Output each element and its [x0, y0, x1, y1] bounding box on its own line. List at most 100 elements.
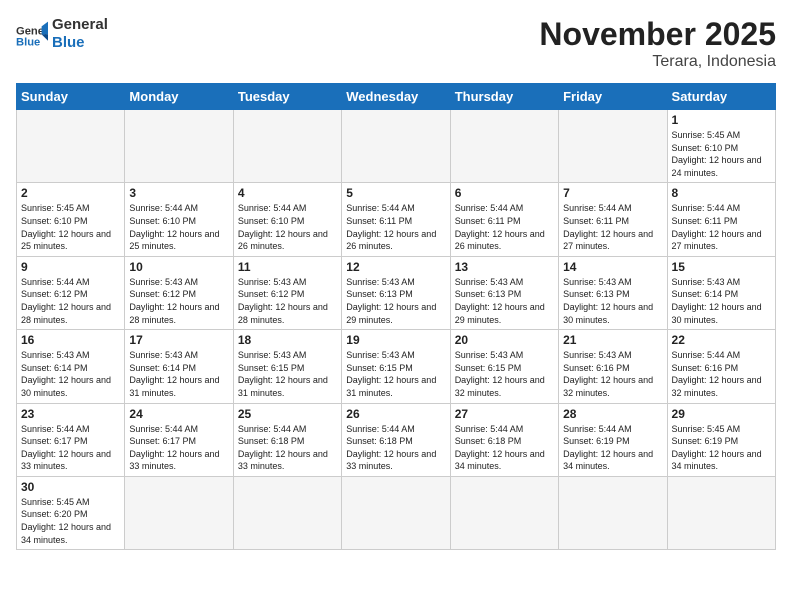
page-title: November 2025: [539, 16, 776, 53]
day-number: 11: [238, 260, 337, 274]
day-info: Sunrise: 5:45 AM Sunset: 6:19 PM Dayligh…: [672, 423, 771, 473]
day-info: Sunrise: 5:45 AM Sunset: 6:20 PM Dayligh…: [21, 496, 120, 546]
calendar-day-cell: [125, 110, 233, 183]
day-info: Sunrise: 5:44 AM Sunset: 6:16 PM Dayligh…: [672, 349, 771, 399]
day-number: 13: [455, 260, 554, 274]
page-subtitle: Terara, Indonesia: [539, 53, 776, 71]
weekday-header: Tuesday: [233, 84, 341, 110]
calendar-header-row: SundayMondayTuesdayWednesdayThursdayFrid…: [17, 84, 776, 110]
calendar-day-cell: 10 Sunrise: 5:43 AM Sunset: 6:12 PM Dayli…: [125, 256, 233, 329]
day-number: 25: [238, 407, 337, 421]
calendar-week-row: 1 Sunrise: 5:45 AM Sunset: 6:10 PM Daylig…: [17, 110, 776, 183]
day-info: Sunrise: 5:43 AM Sunset: 6:14 PM Dayligh…: [672, 276, 771, 326]
day-info: Sunrise: 5:43 AM Sunset: 6:13 PM Dayligh…: [346, 276, 445, 326]
calendar-day-cell: 9 Sunrise: 5:44 AM Sunset: 6:12 PM Daylig…: [17, 256, 125, 329]
page-header: General Blue General Blue November 2025 …: [16, 16, 776, 71]
day-number: 5: [346, 186, 445, 200]
calendar-day-cell: 30 Sunrise: 5:45 AM Sunset: 6:20 PM Dayli…: [17, 476, 125, 549]
day-number: 12: [346, 260, 445, 274]
day-number: 30: [21, 480, 120, 494]
day-info: Sunrise: 5:43 AM Sunset: 6:14 PM Dayligh…: [21, 349, 120, 399]
day-info: Sunrise: 5:43 AM Sunset: 6:12 PM Dayligh…: [238, 276, 337, 326]
day-number: 7: [563, 186, 662, 200]
day-number: 6: [455, 186, 554, 200]
calendar-week-row: 30 Sunrise: 5:45 AM Sunset: 6:20 PM Dayli…: [17, 476, 776, 549]
logo-icon: General Blue: [16, 20, 48, 48]
day-info: Sunrise: 5:44 AM Sunset: 6:18 PM Dayligh…: [346, 423, 445, 473]
day-info: Sunrise: 5:43 AM Sunset: 6:16 PM Dayligh…: [563, 349, 662, 399]
calendar-day-cell: 24 Sunrise: 5:44 AM Sunset: 6:17 PM Dayli…: [125, 403, 233, 476]
calendar-day-cell: [342, 476, 450, 549]
day-number: 28: [563, 407, 662, 421]
calendar-day-cell: 4 Sunrise: 5:44 AM Sunset: 6:10 PM Daylig…: [233, 183, 341, 256]
day-number: 3: [129, 186, 228, 200]
day-number: 20: [455, 333, 554, 347]
day-number: 17: [129, 333, 228, 347]
day-info: Sunrise: 5:45 AM Sunset: 6:10 PM Dayligh…: [21, 202, 120, 252]
day-info: Sunrise: 5:43 AM Sunset: 6:14 PM Dayligh…: [129, 349, 228, 399]
calendar-week-row: 23 Sunrise: 5:44 AM Sunset: 6:17 PM Dayli…: [17, 403, 776, 476]
calendar-table: SundayMondayTuesdayWednesdayThursdayFrid…: [16, 83, 776, 550]
day-number: 15: [672, 260, 771, 274]
calendar-day-cell: 28 Sunrise: 5:44 AM Sunset: 6:19 PM Dayli…: [559, 403, 667, 476]
calendar-day-cell: 14Sunrise: 5:43 AM Sunset: 6:13 PM Dayli…: [559, 256, 667, 329]
weekday-header: Friday: [559, 84, 667, 110]
day-number: 10: [129, 260, 228, 274]
calendar-week-row: 9 Sunrise: 5:44 AM Sunset: 6:12 PM Daylig…: [17, 256, 776, 329]
day-info: Sunrise: 5:44 AM Sunset: 6:10 PM Dayligh…: [129, 202, 228, 252]
day-number: 1: [672, 113, 771, 127]
calendar-day-cell: 27Sunrise: 5:44 AM Sunset: 6:18 PM Dayli…: [450, 403, 558, 476]
calendar-day-cell: 6 Sunrise: 5:44 AM Sunset: 6:11 PM Daylig…: [450, 183, 558, 256]
calendar-day-cell: 26 Sunrise: 5:44 AM Sunset: 6:18 PM Dayli…: [342, 403, 450, 476]
day-number: 4: [238, 186, 337, 200]
calendar-day-cell: 7 Sunrise: 5:44 AM Sunset: 6:11 PM Daylig…: [559, 183, 667, 256]
calendar-day-cell: [667, 476, 775, 549]
day-info: Sunrise: 5:44 AM Sunset: 6:17 PM Dayligh…: [21, 423, 120, 473]
day-number: 18: [238, 333, 337, 347]
calendar-day-cell: 21Sunrise: 5:43 AM Sunset: 6:16 PM Dayli…: [559, 330, 667, 403]
day-info: Sunrise: 5:44 AM Sunset: 6:19 PM Dayligh…: [563, 423, 662, 473]
day-info: Sunrise: 5:43 AM Sunset: 6:15 PM Dayligh…: [346, 349, 445, 399]
calendar-day-cell: [559, 476, 667, 549]
calendar-day-cell: 22 Sunrise: 5:44 AM Sunset: 6:16 PM Dayli…: [667, 330, 775, 403]
day-number: 29: [672, 407, 771, 421]
day-number: 19: [346, 333, 445, 347]
day-info: Sunrise: 5:43 AM Sunset: 6:12 PM Dayligh…: [129, 276, 228, 326]
day-number: 23: [21, 407, 120, 421]
weekday-header: Thursday: [450, 84, 558, 110]
calendar-day-cell: 11 Sunrise: 5:43 AM Sunset: 6:12 PM Dayli…: [233, 256, 341, 329]
calendar-day-cell: 5Sunrise: 5:44 AM Sunset: 6:11 PM Daylig…: [342, 183, 450, 256]
day-number: 24: [129, 407, 228, 421]
calendar-week-row: 2 Sunrise: 5:45 AM Sunset: 6:10 PM Daylig…: [17, 183, 776, 256]
calendar-day-cell: 3 Sunrise: 5:44 AM Sunset: 6:10 PM Daylig…: [125, 183, 233, 256]
day-info: Sunrise: 5:44 AM Sunset: 6:12 PM Dayligh…: [21, 276, 120, 326]
day-number: 22: [672, 333, 771, 347]
calendar-day-cell: 29 Sunrise: 5:45 AM Sunset: 6:19 PM Dayli…: [667, 403, 775, 476]
calendar-day-cell: [17, 110, 125, 183]
calendar-day-cell: 1 Sunrise: 5:45 AM Sunset: 6:10 PM Daylig…: [667, 110, 775, 183]
day-info: Sunrise: 5:44 AM Sunset: 6:17 PM Dayligh…: [129, 423, 228, 473]
logo-blue-text: Blue: [52, 34, 108, 52]
calendar-day-cell: [125, 476, 233, 549]
day-info: Sunrise: 5:43 AM Sunset: 6:15 PM Dayligh…: [455, 349, 554, 399]
calendar-day-cell: 17 Sunrise: 5:43 AM Sunset: 6:14 PM Dayli…: [125, 330, 233, 403]
calendar-day-cell: 13Sunrise: 5:43 AM Sunset: 6:13 PM Dayli…: [450, 256, 558, 329]
calendar-day-cell: [450, 110, 558, 183]
day-number: 16: [21, 333, 120, 347]
day-number: 2: [21, 186, 120, 200]
day-number: 14: [563, 260, 662, 274]
day-info: Sunrise: 5:44 AM Sunset: 6:11 PM Dayligh…: [563, 202, 662, 252]
weekday-header: Wednesday: [342, 84, 450, 110]
day-number: 9: [21, 260, 120, 274]
day-info: Sunrise: 5:44 AM Sunset: 6:10 PM Dayligh…: [238, 202, 337, 252]
logo-general-text: General: [52, 16, 108, 34]
calendar-day-cell: 19 Sunrise: 5:43 AM Sunset: 6:15 PM Dayli…: [342, 330, 450, 403]
calendar-day-cell: 15 Sunrise: 5:43 AM Sunset: 6:14 PM Dayli…: [667, 256, 775, 329]
calendar-day-cell: [233, 110, 341, 183]
day-info: Sunrise: 5:45 AM Sunset: 6:10 PM Dayligh…: [672, 129, 771, 179]
day-number: 26: [346, 407, 445, 421]
day-info: Sunrise: 5:44 AM Sunset: 6:11 PM Dayligh…: [455, 202, 554, 252]
calendar-day-cell: 20 Sunrise: 5:43 AM Sunset: 6:15 PM Dayli…: [450, 330, 558, 403]
day-info: Sunrise: 5:43 AM Sunset: 6:15 PM Dayligh…: [238, 349, 337, 399]
logo: General Blue General Blue: [16, 16, 108, 52]
